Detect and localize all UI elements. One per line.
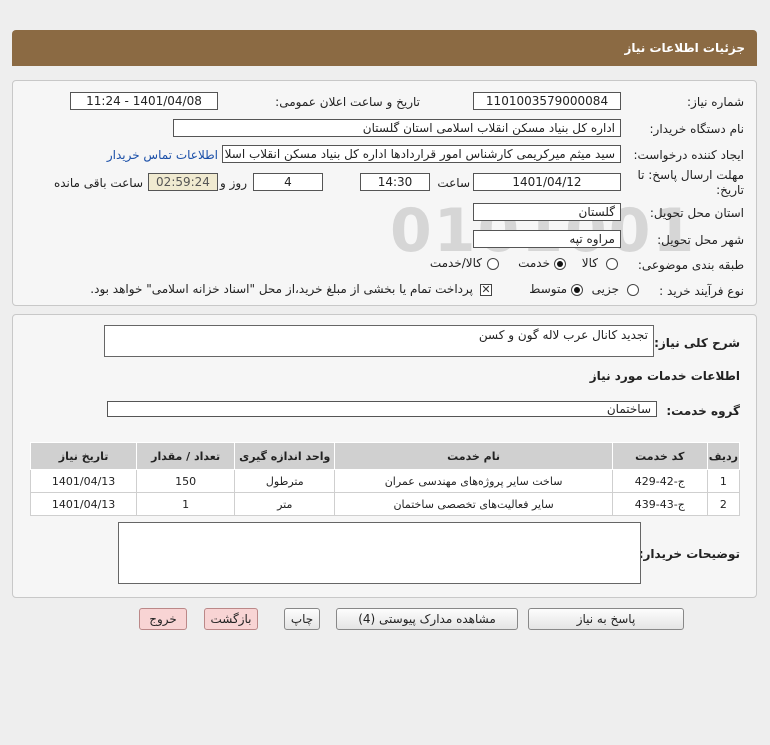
cell-row: 2 [706, 492, 741, 516]
cell-unit: مترطول [234, 469, 336, 493]
services-table: ردیف کد خدمت نام خدمت واحد اندازه گیری ت… [29, 442, 741, 516]
col-date: تاریخ نیاز [29, 442, 138, 470]
category-option-goods: کالا [581, 256, 598, 270]
remaining-label: ساعت باقی مانده [53, 176, 143, 190]
process-radio-minor[interactable] [627, 284, 639, 296]
remaining-time-field: 02:59:24 [148, 173, 218, 191]
table-row: 1 ج-42-429 ساخت سایر پروژه‌های مهندسی عم… [29, 469, 741, 493]
process-radio-medium[interactable] [571, 284, 583, 296]
print-button[interactable]: چاپ [284, 608, 320, 630]
summary-field: تجدید کانال عرب لاله گون و کسن [104, 325, 654, 357]
announce-field: 1401/04/08 - 11:24 [70, 92, 218, 110]
need-number-label: شماره نیاز: [687, 95, 744, 109]
cell-code: ج-43-439 [611, 492, 708, 516]
category-radio-goods[interactable] [606, 258, 618, 270]
group-label: گروه خدمت: [666, 404, 740, 418]
category-radio-service[interactable] [554, 258, 566, 270]
cell-code: ج-42-429 [611, 469, 708, 493]
col-quantity: تعداد / مقدار [136, 442, 236, 470]
buyer-org-label: نام دستگاه خریدار: [649, 122, 745, 136]
creator-field: سید میثم میرکریمی کارشناس امور قراردادها… [222, 145, 621, 163]
deadline-label: مهلت ارسال پاسخ: تا تاریخ: [637, 168, 744, 197]
buyer-notes-label: توضیحات خریدار: [638, 547, 740, 561]
exit-button[interactable]: خروج [139, 608, 187, 630]
announce-label: تاریخ و ساعت اعلان عمومی: [275, 95, 420, 109]
cell-service-name: ساخت سایر پروژه‌های مهندسی عمران [334, 469, 613, 493]
cell-row: 1 [706, 469, 741, 493]
creator-label: ایجاد کننده درخواست: [633, 148, 744, 162]
attachments-button[interactable]: مشاهده مدارک پیوستی (4) [336, 608, 518, 630]
process-label: نوع فرآیند خرید : [659, 284, 744, 298]
deadline-time-field: 14:30 [360, 173, 430, 191]
province-label: استان محل تحویل: [649, 206, 744, 220]
days-label: روز و [220, 176, 247, 190]
buyer-notes-field [118, 522, 641, 584]
category-option-goods-service: کالا/خدمت [429, 256, 482, 270]
contact-buyer-link[interactable]: اطلاعات تماس خریدار [107, 148, 218, 162]
category-label: طبقه بندی موضوعی: [637, 258, 744, 272]
back-button[interactable]: بازگشت [204, 608, 258, 630]
cell-unit: متر [234, 492, 336, 516]
cell-quantity: 150 [136, 469, 236, 493]
col-code: کد خدمت [611, 442, 708, 470]
col-row: ردیف [706, 442, 741, 470]
page-title: جزئیات اطلاعات نیاز [624, 41, 745, 55]
need-number-field: 1101003579000084 [473, 92, 621, 110]
table-header-row: ردیف کد خدمت نام خدمت واحد اندازه گیری ت… [29, 442, 741, 470]
deadline-date-field: 1401/04/12 [473, 173, 621, 191]
cell-date: 1401/04/13 [29, 492, 138, 516]
page-header: جزئیات اطلاعات نیاز [12, 30, 757, 66]
summary-label: شرح کلی نیاز: [654, 336, 740, 350]
city-label: شهر محل تحویل: [657, 233, 744, 247]
group-field: ساختمان [107, 401, 657, 417]
treasury-checkbox[interactable]: ✕ [480, 284, 492, 296]
reply-button[interactable]: پاسخ به نیاز [528, 608, 684, 630]
table-row: 2 ج-43-439 سایر فعالیت‌های تخصصی ساختمان… [29, 492, 741, 516]
city-field: مراوه تپه [473, 230, 621, 248]
process-option-minor: جزیی [591, 282, 619, 296]
days-field: 4 [253, 173, 323, 191]
cell-service-name: سایر فعالیت‌های تخصصی ساختمان [334, 492, 613, 516]
province-field: گلستان [473, 203, 621, 221]
process-option-medium: متوسط [529, 282, 567, 296]
col-unit: واحد اندازه گیری [234, 442, 336, 470]
services-title: اطلاعات خدمات مورد نیاز [589, 369, 740, 383]
category-option-service: خدمت [518, 256, 550, 270]
cell-date: 1401/04/13 [29, 469, 138, 493]
buyer-org-field: اداره کل بنیاد مسکن انقلاب اسلامی استان … [173, 119, 621, 137]
col-service-name: نام خدمت [334, 442, 613, 470]
deadline-time-label: ساعت [437, 176, 470, 190]
category-radio-goods-service[interactable] [487, 258, 499, 270]
treasury-note: پرداخت تمام یا بخشی از مبلغ خرید،از محل … [90, 282, 473, 296]
cell-quantity: 1 [136, 492, 236, 516]
